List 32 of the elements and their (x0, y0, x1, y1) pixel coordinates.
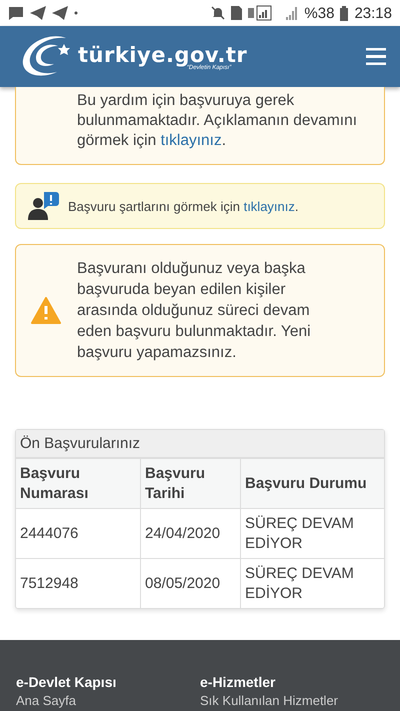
chat-icon (8, 6, 24, 20)
footer-link[interactable]: Sık Kullanılan Hizmetler (200, 693, 384, 708)
sim-icon (231, 6, 242, 20)
table-title: Ön Başvurularınız (16, 430, 384, 458)
battery-icon (340, 6, 348, 20)
menu-icon (366, 48, 386, 65)
telegram-icon (30, 6, 46, 20)
logo-text: türkiye.gov.tr (78, 42, 248, 66)
notice-text: Başvuru şartlarını görmek için tıklayınız. (68, 198, 298, 214)
mute-icon (211, 6, 226, 20)
column-header: Başvuru Durumu (240, 458, 384, 508)
column-header: Başvuru Tarihi (140, 458, 240, 508)
column-header: Başvuru Numarası (16, 458, 140, 508)
warning-text: Başvuranı olduğunuz veya başka başvuruda beyan edilen kişiler arasında olduğunuz süreci devam eden başvuru bulunmaktadır. Yeni başvuru yapamazsınız. (77, 259, 312, 363)
battery-level: %38 (304, 4, 334, 22)
footer-link[interactable]: Ana Sayfa (16, 693, 200, 708)
dot-icon (74, 11, 78, 15)
clock: 23:18 (354, 4, 392, 22)
warning-icon (31, 297, 61, 324)
table-cell: 7512948 (16, 558, 140, 608)
link[interactable]: tıklayınız (244, 198, 295, 214)
signal-icon (286, 6, 298, 20)
footer-heading: e-Devlet Kapısı (16, 674, 118, 690)
user-alert-icon (28, 192, 60, 220)
link[interactable]: tıklayınız (160, 132, 222, 149)
info-text: Bu yardım için başvuruya gerek bulunmamaktadır. Açıklamanın devamını görmek için tıklayınız. (77, 92, 358, 149)
table-cell: 2444076 (16, 508, 140, 558)
telegram-icon (52, 6, 68, 20)
menu-button[interactable] (366, 48, 386, 65)
table-cell: SÜREÇ DEVAM EDİYOR (240, 558, 384, 608)
footer-heading: e-Hizmetler (200, 674, 276, 690)
table-cell: 24/04/2020 (140, 508, 240, 558)
